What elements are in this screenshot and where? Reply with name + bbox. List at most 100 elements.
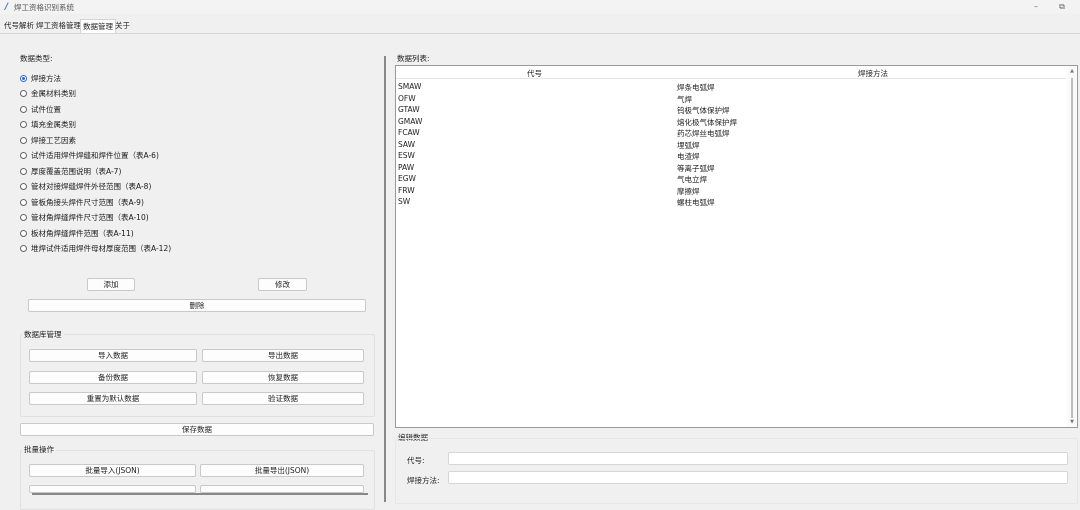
radio-icon — [20, 152, 27, 159]
radio-metal-material[interactable]: 金属材料类别 — [20, 88, 76, 100]
code-input[interactable] — [448, 452, 1068, 465]
radio-checked-icon — [20, 74, 27, 82]
radio-label: 金属材料类别 — [31, 89, 76, 98]
radio-table-a7[interactable]: 厚度覆盖范围说明（表A-7) — [20, 165, 121, 177]
radio-label: 管板角接头焊件尺寸范围（表A-9) — [31, 197, 144, 207]
radio-label: 管材对接焊缝焊件外径范围（表A-8) — [31, 182, 152, 191]
tab-bar: 代号解析 焊工资格管理 数据管理 关于 — [0, 19, 1080, 33]
radio-table-a12[interactable]: 堆焊试件适用焊件母材厚度范围（表A-12) — [20, 243, 171, 255]
cell-code: GMAW — [398, 116, 423, 126]
tab-about[interactable]: 关于 — [113, 19, 132, 33]
save-data-button[interactable]: 保存数据 — [20, 423, 374, 436]
restore-data-button[interactable]: 恢复数据 — [202, 371, 364, 384]
radio-welding-method[interactable]: 焊接方法 — [20, 72, 61, 84]
cell-code: ESW — [398, 151, 415, 160]
batch-operations-group — [20, 450, 375, 510]
tab-code-parse[interactable]: 代号解析 — [2, 19, 36, 33]
scrollbar-thumb[interactable] — [1071, 78, 1073, 418]
table-row[interactable]: FCAW 药芯焊丝电弧焊 — [396, 127, 1066, 139]
radio-filler-metal[interactable]: 填充金属类别 — [20, 119, 76, 131]
cell-code: FCAW — [398, 128, 420, 137]
radio-label: 管材角焊缝焊件尺寸范围（表A-10) — [31, 213, 149, 222]
batch-export-json-button[interactable]: 批量导出(JSON) — [200, 464, 364, 477]
cell-code: EGW — [398, 174, 416, 183]
method-field-label: 焊接方法: — [407, 476, 440, 485]
radio-icon — [20, 105, 27, 113]
table-row[interactable]: GTAW 钨极气体保护焊 — [396, 104, 1066, 116]
radio-icon — [20, 121, 27, 128]
column-header-code[interactable]: 代号 — [527, 68, 542, 79]
radio-icon — [20, 214, 27, 221]
cell-method: 等离子弧焊 — [677, 163, 715, 173]
radio-label: 试件适用焊件焊缝和焊件位置（表A-6) — [31, 151, 159, 160]
backup-data-button[interactable]: 备份数据 — [29, 371, 197, 384]
cell-method: 埋弧焊 — [677, 140, 700, 150]
radio-table-a10[interactable]: 管材角焊缝焊件尺寸范围（表A-10) — [20, 212, 149, 224]
left-panel-horizontal-scrollbar[interactable] — [32, 493, 368, 495]
cell-method: 电渣焊 — [677, 152, 700, 161]
left-panel-vertical-scrollbar[interactable] — [384, 56, 386, 502]
radio-icon — [20, 183, 27, 190]
radio-table-a6[interactable]: 试件适用焊件焊缝和焊件位置（表A-6) — [20, 150, 159, 162]
scroll-down-icon[interactable]: ▼ — [1069, 419, 1075, 425]
title-bar: 焊工资格识别系统 – ⧉ — [0, 0, 1080, 14]
radio-process-factor[interactable]: 焊接工艺因素 — [20, 134, 76, 146]
table-row[interactable]: SW 螺柱电弧焊 — [396, 196, 1066, 208]
data-list-label: 数据列表: — [397, 54, 430, 63]
batch-more-button-right[interactable] — [200, 485, 364, 493]
add-button[interactable]: 添加 — [87, 278, 135, 291]
minimize-button[interactable]: – — [1030, 1, 1042, 12]
table-row[interactable]: SMAW 焊条电弧焊 — [396, 81, 1066, 93]
table-row[interactable]: FRW 摩擦焊 — [396, 185, 1066, 197]
method-input[interactable] — [448, 471, 1068, 484]
radio-label: 焊接方法 — [31, 73, 61, 83]
batch-more-button-left[interactable] — [29, 485, 196, 493]
delete-button[interactable]: 删除 — [28, 299, 366, 312]
column-header-method[interactable]: 焊接方法 — [858, 68, 888, 79]
table-row[interactable]: ESW 电渣焊 — [396, 150, 1066, 162]
cell-method: 摩擦焊 — [677, 186, 700, 196]
import-data-button[interactable]: 导入数据 — [29, 349, 197, 362]
database-management-title: 数据库管理 — [22, 329, 64, 340]
cell-code: SAW — [398, 139, 416, 149]
tab-welder-qualification[interactable]: 焊工资格管理 — [34, 19, 83, 33]
batch-operations-title: 批量操作 — [22, 444, 56, 455]
radio-icon — [20, 167, 27, 175]
cell-method: 螺柱电弧焊 — [677, 198, 715, 207]
reset-default-button[interactable]: 重置为默认数据 — [29, 392, 197, 405]
table-row[interactable]: SAW 埋弧焊 — [396, 139, 1066, 151]
batch-import-json-button[interactable]: 批量导入(JSON) — [29, 464, 196, 477]
cell-code: PAW — [398, 162, 415, 172]
radio-label: 焊接工艺因素 — [31, 135, 76, 145]
export-data-button[interactable]: 导出数据 — [202, 349, 364, 362]
radio-icon — [20, 229, 27, 237]
cell-method: 熔化极气体保护焊 — [677, 117, 737, 127]
radio-label: 填充金属类别 — [31, 120, 76, 129]
table-row[interactable]: GMAW 熔化极气体保护焊 — [396, 116, 1066, 128]
radio-label: 试件位置 — [31, 104, 61, 114]
cell-method: 气电立焊 — [677, 175, 707, 184]
radio-icon — [20, 90, 27, 97]
validate-data-button[interactable]: 验证数据 — [202, 392, 364, 405]
radio-test-position[interactable]: 试件位置 — [20, 103, 61, 115]
data-list-table[interactable]: 代号 焊接方法 SMAW 焊条电弧焊 OFW 气焊 GTAW 钨极气体保护焊 GMAW… — [395, 65, 1078, 428]
table-row[interactable]: OFW 气焊 — [396, 93, 1066, 105]
app-feather-icon — [4, 2, 9, 10]
table-row[interactable]: PAW 等离子弧焊 — [396, 162, 1066, 174]
radio-table-a11[interactable]: 板材角焊缝焊件范围（表A-11) — [20, 227, 134, 239]
maximize-button[interactable]: ⧉ — [1056, 1, 1068, 12]
list-vertical-scrollbar[interactable]: ▲ ▼ — [1067, 66, 1077, 427]
cell-code: SW — [398, 197, 411, 206]
cell-method: 钨极气体保护焊 — [677, 106, 730, 115]
tab-data-management[interactable]: 数据管理 — [80, 19, 116, 33]
scroll-up-icon[interactable]: ▲ — [1069, 68, 1075, 74]
cell-code: GTAW — [398, 105, 420, 114]
cell-method: 焊条电弧焊 — [677, 83, 715, 92]
radio-table-a8[interactable]: 管材对接焊缝焊件外径范围（表A-8) — [20, 181, 151, 193]
edit-button[interactable]: 修改 — [258, 278, 307, 291]
radio-label: 堆焊试件适用焊件母材厚度范围（表A-12) — [31, 244, 172, 253]
table-row[interactable]: EGW 气电立焊 — [396, 173, 1066, 185]
cell-code: FRW — [398, 185, 415, 195]
cell-method: 气焊 — [677, 94, 692, 104]
radio-table-a9[interactable]: 管板角接头焊件尺寸范围（表A-9) — [20, 196, 144, 208]
